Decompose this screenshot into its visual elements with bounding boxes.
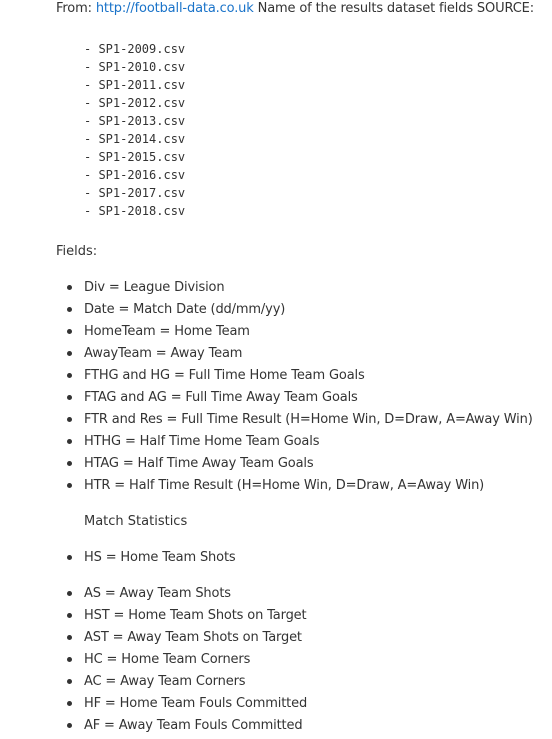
list-item: AwayTeam = Away Team <box>67 343 533 365</box>
list-item: HC = Home Team Corners <box>67 649 307 671</box>
bullet-icon <box>67 555 72 560</box>
list-item-text: FTAG and AG = Full Time Away Team Goals <box>84 390 358 405</box>
list-item: HST = Home Team Shots on Target <box>67 605 307 627</box>
file-list: - SP1-2009.csv - SP1-2010.csv - SP1-2011… <box>84 40 185 220</box>
list-item: AST = Away Team Shots on Target <box>67 627 307 649</box>
list-item-text: HC = Home Team Corners <box>84 652 251 667</box>
file-item: - SP1-2011.csv <box>84 78 186 92</box>
list-item: HTR = Half Time Result (H=Home Win, D=Dr… <box>67 475 533 497</box>
bullet-icon <box>67 635 72 640</box>
bullet-icon <box>67 329 72 334</box>
list-item: HomeTeam = Home Team <box>67 321 533 343</box>
list-item-text: AwayTeam = Away Team <box>84 346 243 361</box>
source-suffix: Name of the results dataset fields SOURC… <box>253 1 534 16</box>
list-item-text: HST = Home Team Shots on Target <box>84 608 307 623</box>
file-item: - SP1-2009.csv <box>84 42 186 56</box>
file-item: - SP1-2010.csv <box>84 60 186 74</box>
stats-list-rest: AS = Away Team Shots HST = Home Team Sho… <box>67 583 308 737</box>
list-item: HF = Home Team Fouls Committed <box>67 693 308 715</box>
list-item: FTR and Res = Full Time Result (H=Home W… <box>67 409 533 431</box>
file-item: - SP1-2014.csv <box>84 132 186 146</box>
bullet-icon <box>67 307 72 312</box>
list-item-text: HTHG = Half Time Home Team Goals <box>84 434 320 449</box>
list-item-text: AF = Away Team Fouls Committed <box>84 718 303 733</box>
list-item-text: Date = Match Date (dd/mm/yy) <box>84 302 286 317</box>
match-statistics-heading: Match Statistics <box>84 514 188 529</box>
bullet-icon <box>67 395 72 400</box>
bullet-icon <box>67 483 72 488</box>
stats-list-first: HS = Home Team Shots <box>67 547 236 569</box>
list-item-text: HF = Home Team Fouls Committed <box>84 696 308 711</box>
bullet-icon <box>67 439 72 444</box>
bullet-icon <box>67 723 72 728</box>
list-item: FTHG and HG = Full Time Home Team Goals <box>67 365 533 387</box>
bullet-icon <box>67 657 72 662</box>
bullet-icon <box>67 613 72 618</box>
list-item: HS = Home Team Shots <box>67 547 236 569</box>
bullet-icon <box>67 285 72 290</box>
list-item: FTAG and AG = Full Time Away Team Goals <box>67 387 533 409</box>
file-item: - SP1-2015.csv <box>84 150 186 164</box>
source-prefix: From: <box>56 1 96 16</box>
list-item: AC = Away Team Corners <box>67 671 307 693</box>
bullet-icon <box>67 591 72 596</box>
list-item-text: FTR and Res = Full Time Result (H=Home W… <box>84 412 533 427</box>
list-item-text: AS = Away Team Shots <box>84 586 231 601</box>
fields-list: Div = League Division Date = Match Date … <box>67 277 533 497</box>
fields-heading: Fields: <box>56 244 98 259</box>
list-item: Date = Match Date (dd/mm/yy) <box>67 299 533 321</box>
list-item: AF = Away Team Fouls Committed <box>67 715 307 737</box>
file-item: - SP1-2017.csv <box>84 186 186 200</box>
source-line: From: http://football-data.co.uk Name of… <box>56 0 534 18</box>
file-item: - SP1-2018.csv <box>84 204 186 218</box>
list-item: Div = League Division <box>67 277 533 299</box>
list-item: AS = Away Team Shots <box>67 583 307 605</box>
bullet-icon <box>67 701 72 706</box>
file-item: - SP1-2016.csv <box>84 168 186 182</box>
list-item-text: HomeTeam = Home Team <box>84 324 250 339</box>
list-item-text: HTR = Half Time Result (H=Home Win, D=Dr… <box>84 478 485 493</box>
bullet-icon <box>67 461 72 466</box>
list-item-text: AC = Away Team Corners <box>84 674 246 689</box>
list-item-text: FTHG and HG = Full Time Home Team Goals <box>84 368 365 383</box>
bullet-icon <box>67 351 72 356</box>
list-item-text: HTAG = Half Time Away Team Goals <box>84 456 314 471</box>
list-item: HTAG = Half Time Away Team Goals <box>67 453 533 475</box>
file-item: - SP1-2012.csv <box>84 96 186 110</box>
list-item-text: Div = League Division <box>84 280 225 295</box>
list-item-text: AST = Away Team Shots on Target <box>84 630 302 645</box>
source-link[interactable]: http://football-data.co.uk <box>96 1 254 16</box>
list-item: HTHG = Half Time Home Team Goals <box>67 431 533 453</box>
file-item: - SP1-2013.csv <box>84 114 186 128</box>
bullet-icon <box>67 417 72 422</box>
bullet-icon <box>67 373 72 378</box>
bullet-icon <box>67 679 72 684</box>
list-item-text: HS = Home Team Shots <box>84 550 236 565</box>
